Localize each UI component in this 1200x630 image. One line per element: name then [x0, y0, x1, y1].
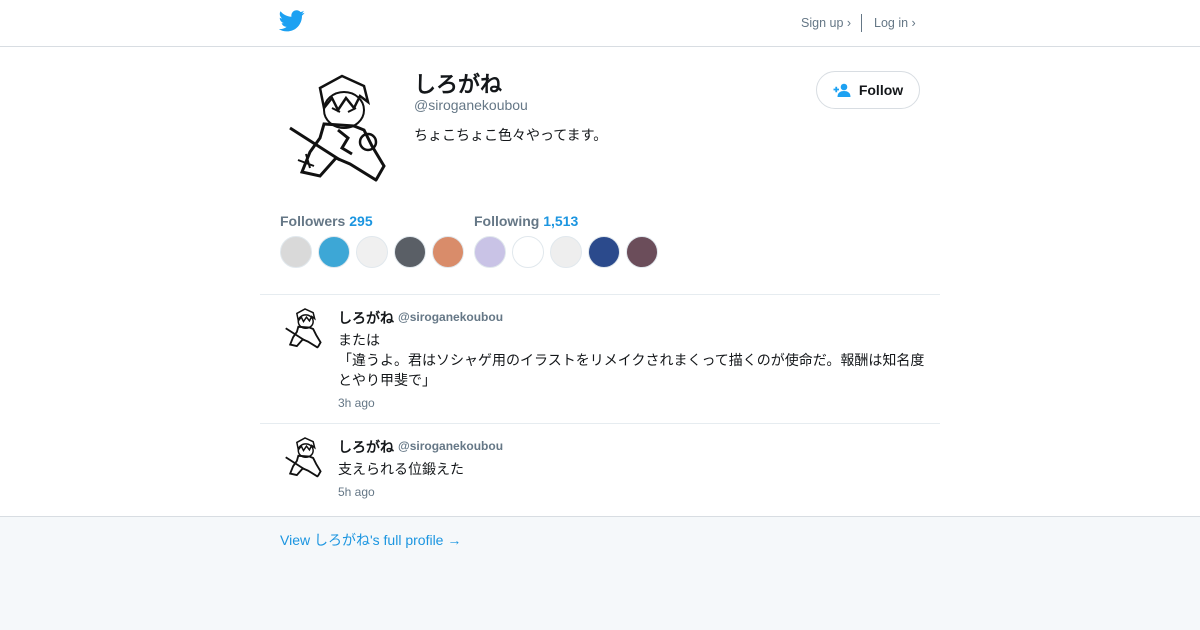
log-in-link[interactable]: Log in › — [874, 16, 916, 30]
tweet-avatar[interactable] — [282, 435, 328, 481]
avatar-following-2[interactable] — [512, 236, 544, 268]
tweet-text-line: 「違うよ。君はソシャゲ用のイラストをリメイクされまくって描くのが使命だ。報酬は知… — [338, 352, 925, 368]
following-label: Following — [474, 213, 540, 229]
avatar-follower-2[interactable] — [318, 236, 350, 268]
avatar-following-3[interactable] — [550, 236, 582, 268]
tweet-text-line: または — [338, 332, 380, 348]
avatar-following-4[interactable] — [588, 236, 620, 268]
divider — [260, 294, 940, 295]
followers-stat[interactable]: Followers 295 — [280, 213, 373, 229]
avatar-following-1[interactable] — [474, 236, 506, 268]
followers-label: Followers — [280, 213, 346, 229]
add-user-icon — [833, 83, 851, 97]
follow-button-label: Follow — [858, 82, 904, 98]
tweet-author-name: しろがね — [338, 439, 394, 455]
twitter-bird-icon[interactable] — [279, 10, 305, 32]
tweet-timestamp[interactable]: 5h ago — [338, 485, 375, 499]
followers-count: 295 — [349, 213, 373, 229]
avatar-following-5[interactable] — [626, 236, 658, 268]
following-stat[interactable]: Following 1,513 — [474, 213, 578, 229]
auth-divider — [861, 14, 862, 32]
tweet-text: または 「違うよ。君はソシャゲ用のイラストをリメイクされまくって描くのが使命だ。… — [338, 330, 938, 390]
tweet-text-line: 支えられる位鍛えた — [338, 461, 464, 477]
profile-handle: @siroganekoubou — [414, 97, 528, 113]
sign-up-link[interactable]: Sign up › — [801, 16, 851, 30]
follow-button[interactable]: Follow — [816, 71, 920, 109]
avatar-illustration — [282, 435, 328, 481]
profile-avatar[interactable] — [280, 68, 404, 192]
tweet-avatar[interactable] — [282, 306, 328, 352]
avatar-follower-3[interactable] — [356, 236, 388, 268]
tweet-author-name: しろがね — [338, 310, 394, 326]
divider — [260, 423, 940, 424]
following-count: 1,513 — [543, 213, 579, 229]
avatar-follower-5[interactable] — [432, 236, 464, 268]
tweet-author-handle: @siroganekoubou — [398, 439, 504, 453]
tweet-text-line: とやり甲斐で」 — [338, 372, 436, 388]
tweet-timestamp[interactable]: 3h ago — [338, 396, 375, 410]
profile-name: しろがね — [414, 72, 503, 97]
view-full-profile-link[interactable]: View しろがね's full profile → — [280, 530, 461, 550]
avatar-illustration — [282, 306, 328, 352]
profile-bio: ちょこちょこ色々やってます。 — [414, 127, 608, 143]
profile-card: しろがね @siroganekoubou ちょこちょこ色々やってます。 Foll… — [0, 47, 1200, 517]
tweet-author-handle: @siroganekoubou — [398, 310, 504, 324]
tweet-text: 支えられる位鍛えた — [338, 459, 938, 479]
avatar-follower-4[interactable] — [394, 236, 426, 268]
top-bar: Sign up › Log in › — [0, 0, 1200, 47]
avatar-follower-1[interactable] — [280, 236, 312, 268]
avatar-illustration — [280, 68, 404, 192]
